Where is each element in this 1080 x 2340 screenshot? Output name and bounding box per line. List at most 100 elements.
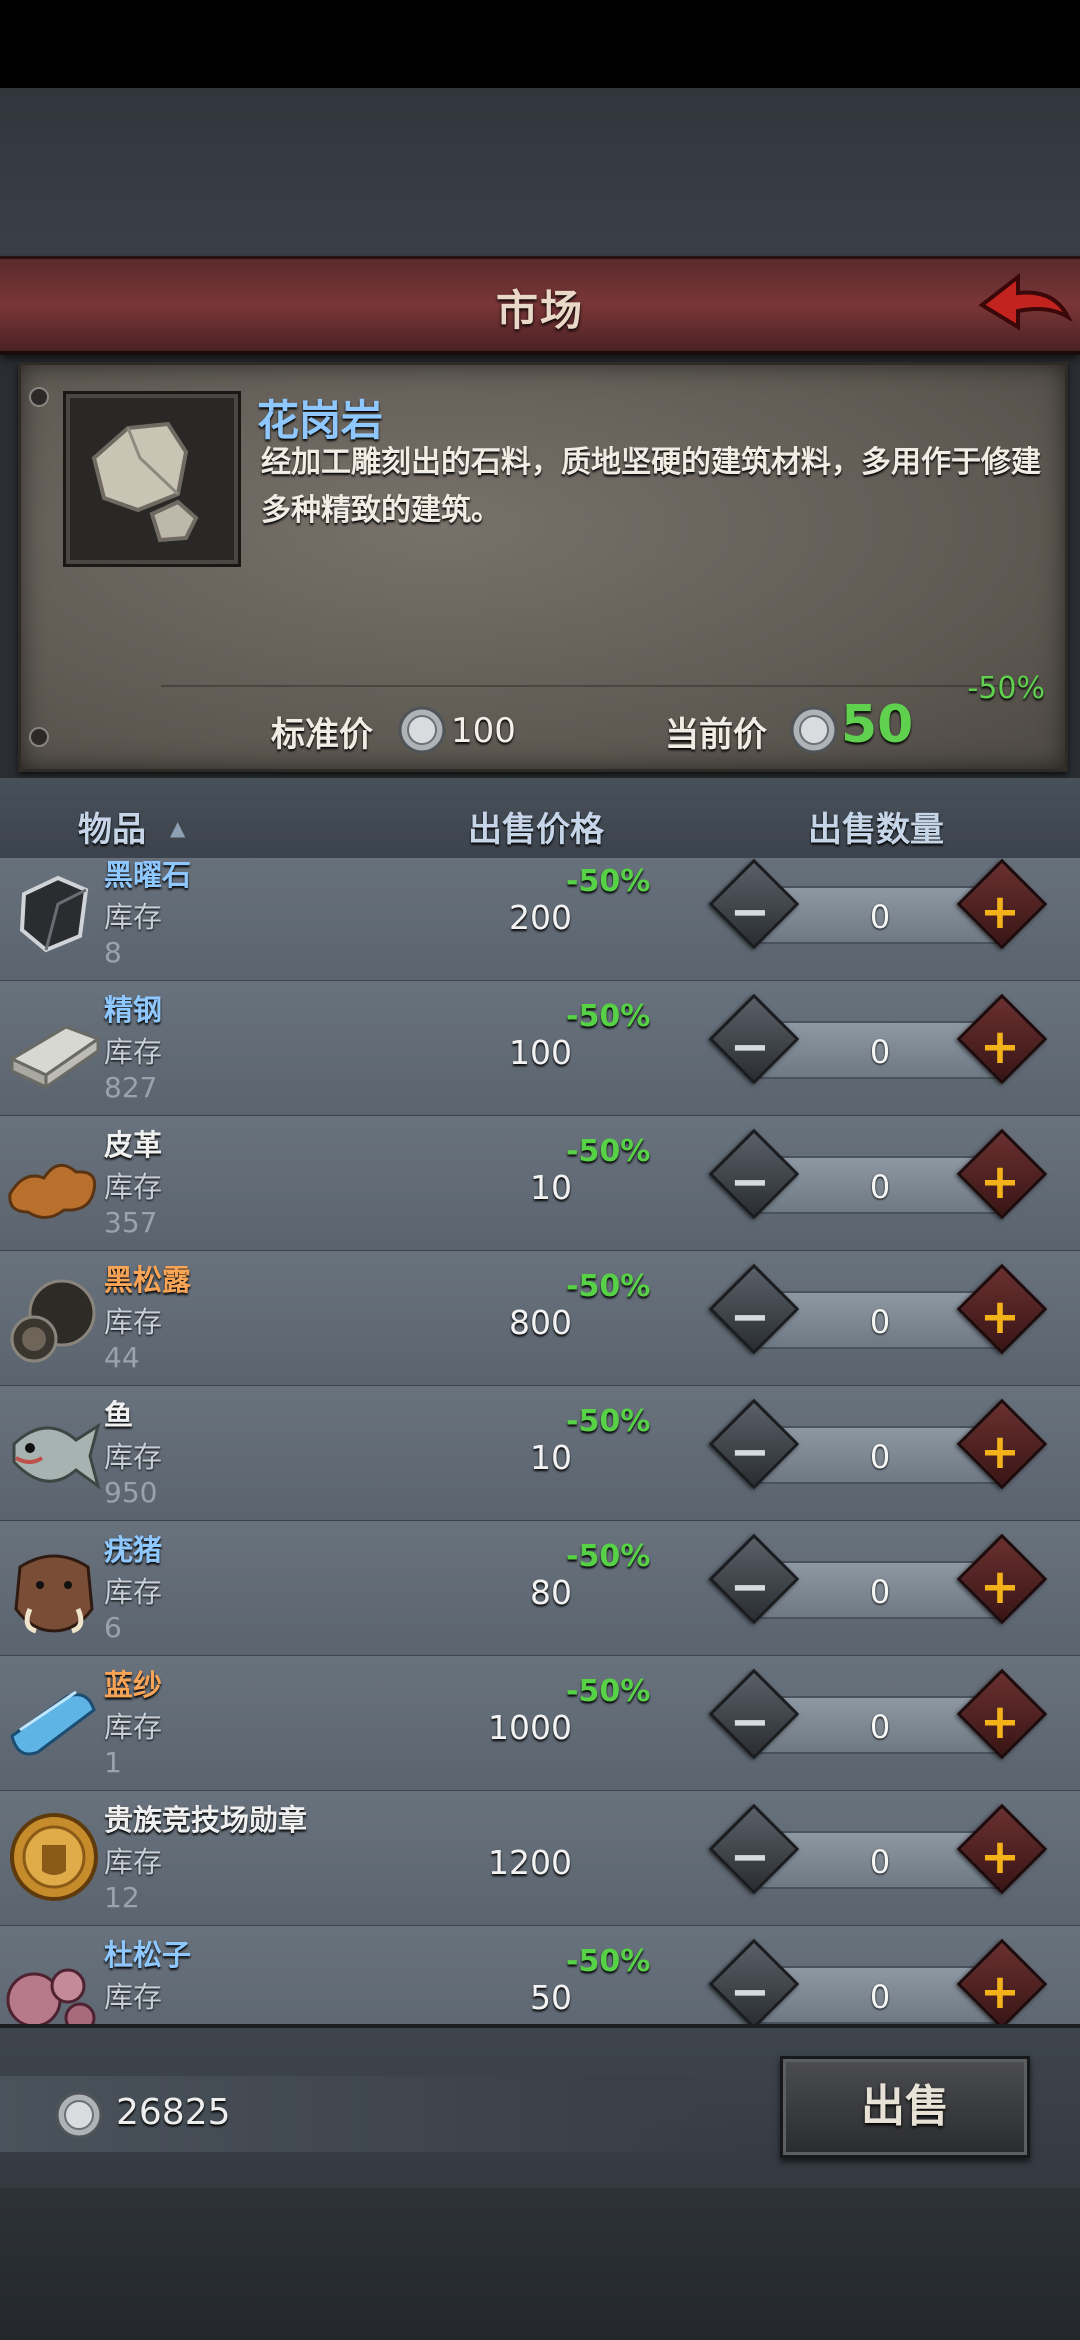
silver-coin-icon [790, 706, 838, 754]
sell-price: 800 [509, 1303, 572, 1342]
obsidian-icon [19, 875, 89, 953]
backdrop [0, 88, 1080, 256]
list-item[interactable]: 鱼库存 950 -50% 10 0− + [0, 1386, 1080, 1523]
warthog-icon [14, 1554, 94, 1634]
list-item[interactable]: 皮革 库存 357 -50% 10 0− + [0, 1116, 1080, 1253]
stock-count: 357 [104, 1206, 158, 1239]
back-arrow-icon[interactable] [974, 265, 1074, 345]
item-name: 杜松子 [104, 1938, 192, 1972]
current-price-label: 当前价 [665, 715, 767, 755]
rivet [29, 727, 49, 747]
column-header-sell-qty: 出售数量 [808, 810, 944, 850]
list-item[interactable]: 黑松露 库存 44 -50% 800 0− + [0, 1251, 1080, 1388]
truffle-icon [10, 1279, 96, 1363]
plus-icon[interactable]: + [960, 1694, 1040, 1754]
list-item[interactable]: 黑曜石 库存 8 -50% 200 0− + [0, 858, 1080, 983]
discount-badge: -50% [967, 671, 1045, 706]
discount-badge: -50% [566, 1269, 651, 1304]
minus-icon[interactable]: − [710, 1289, 790, 1349]
silver-balance: 26825 [116, 2092, 231, 2133]
current-price: 50 [841, 695, 914, 755]
item-name: 蓝纱 [104, 1668, 163, 1702]
discount-badge: -50% [566, 1134, 651, 1169]
list-item[interactable]: 疣猪 库存 6 -50% 80 0− + [0, 1521, 1080, 1658]
stock-count: 6 [104, 1611, 122, 1644]
leather-icon [8, 1163, 97, 1219]
plus-icon[interactable]: + [960, 1424, 1040, 1484]
stock-label: 库存 [104, 1845, 163, 1879]
plus-icon[interactable]: + [960, 1964, 1040, 2024]
divider [161, 685, 1025, 687]
minus-icon[interactable]: − [710, 1829, 790, 1889]
minus-icon[interactable]: − [710, 1019, 790, 1079]
item-name: 贵族竞技场勋章 [104, 1803, 308, 1837]
list-item[interactable]: 精钢 库存 827 -50% 100 0− + [0, 981, 1080, 1118]
sell-price: 10 [530, 1168, 572, 1207]
arena-medal-icon [10, 1813, 98, 1901]
item-name: 精钢 [104, 993, 163, 1027]
discount-badge: -50% [566, 1539, 651, 1574]
discount-badge: -50% [566, 999, 651, 1034]
page-title: 市场 [495, 286, 584, 335]
sell-price: 100 [509, 1033, 572, 1072]
silver-coin-icon [398, 706, 446, 754]
stock-count: 44 [104, 1341, 140, 1374]
stock-count: 950 [104, 1476, 158, 1509]
minus-icon[interactable]: − [710, 1559, 790, 1619]
minus-icon[interactable]: − [710, 884, 790, 944]
stock-count: 1 [104, 1746, 122, 1779]
stock-count: 12 [104, 1881, 140, 1914]
stock-label: 库存 [104, 1035, 163, 1069]
item-name: 鱼 [104, 1398, 134, 1432]
juniper-berry-icon [6, 1968, 96, 2024]
list-item[interactable]: 杜松子 库存 -50% 50 0− + [0, 1926, 1080, 2024]
discount-badge: -50% [566, 1404, 651, 1439]
discount-badge: -50% [566, 1674, 651, 1709]
discount-badge: -50% [566, 864, 651, 899]
stock-label: 库存 [104, 1575, 163, 1609]
sell-price: 10 [530, 1438, 572, 1477]
sell-button[interactable]: 出售 [780, 2056, 1030, 2158]
stock-label: 库存 [104, 1710, 163, 1744]
stock-label: 库存 [104, 1305, 163, 1339]
minus-icon[interactable]: − [710, 1154, 790, 1214]
item-name: 黑曜石 [104, 858, 192, 892]
blue-cloth-icon [10, 1690, 96, 1756]
standard-price-label: 标准价 [271, 715, 373, 755]
stock-label: 库存 [104, 1440, 163, 1474]
plus-icon[interactable]: + [960, 1019, 1040, 1079]
sort-arrow-icon[interactable]: ▲ [170, 816, 185, 840]
fish-icon [12, 1422, 101, 1490]
minus-icon[interactable]: − [710, 1694, 790, 1754]
item-description: 经加工雕刻出的石料，质地坚硬的建筑材料，多用作于修建多种精致的建筑。 [261, 445, 1041, 528]
table-header: 物品 ▲ 出售价格 出售数量 [0, 778, 1080, 858]
stock-label: 库存 [104, 1170, 163, 1204]
plus-icon[interactable]: + [960, 1559, 1040, 1619]
stock-label: 库存 [104, 1980, 163, 2014]
item-icon-frame [63, 391, 241, 567]
column-header-sell-price: 出售价格 [468, 810, 604, 850]
sell-price: 200 [509, 898, 572, 937]
plus-icon[interactable]: + [960, 1829, 1040, 1889]
minus-icon[interactable]: − [710, 1424, 790, 1484]
footer-background [0, 2188, 1080, 2340]
list-item[interactable]: 贵族竞技场勋章 库存 12 1200 0− + [0, 1791, 1080, 1928]
minus-icon[interactable]: − [710, 1964, 790, 2024]
rivet [29, 387, 49, 407]
bottom-bar: 26825 出售 [0, 2024, 1080, 2192]
list-item[interactable]: 蓝纱 库存 1 -50% 1000 0− + [0, 1656, 1080, 1793]
plus-icon[interactable]: + [960, 1289, 1040, 1349]
wallet-strip [0, 2076, 760, 2152]
column-header-item[interactable]: 物品 [78, 802, 146, 851]
sell-price: 1000 [488, 1708, 572, 1747]
plus-icon[interactable]: + [960, 884, 1040, 944]
stock-count: 8 [104, 936, 122, 969]
discount-badge: -50% [566, 1944, 651, 1979]
item-list[interactable]: 黑曜石 库存 8 -50% 200 0− + 精钢 库存 827 -50% 100 0− + 皮革 库存 357… [0, 858, 1080, 2024]
item-name: 黑松露 [104, 1263, 192, 1297]
status-bar [0, 0, 1080, 88]
item-detail-panel: 花岗岩 经加工雕刻出的石料，质地坚硬的建筑材料，多用作于修建多种精致的建筑。 标… [18, 362, 1068, 772]
sell-price: 50 [530, 1978, 572, 2017]
steel-ingot-icon [8, 1025, 102, 1090]
plus-icon[interactable]: + [960, 1154, 1040, 1214]
